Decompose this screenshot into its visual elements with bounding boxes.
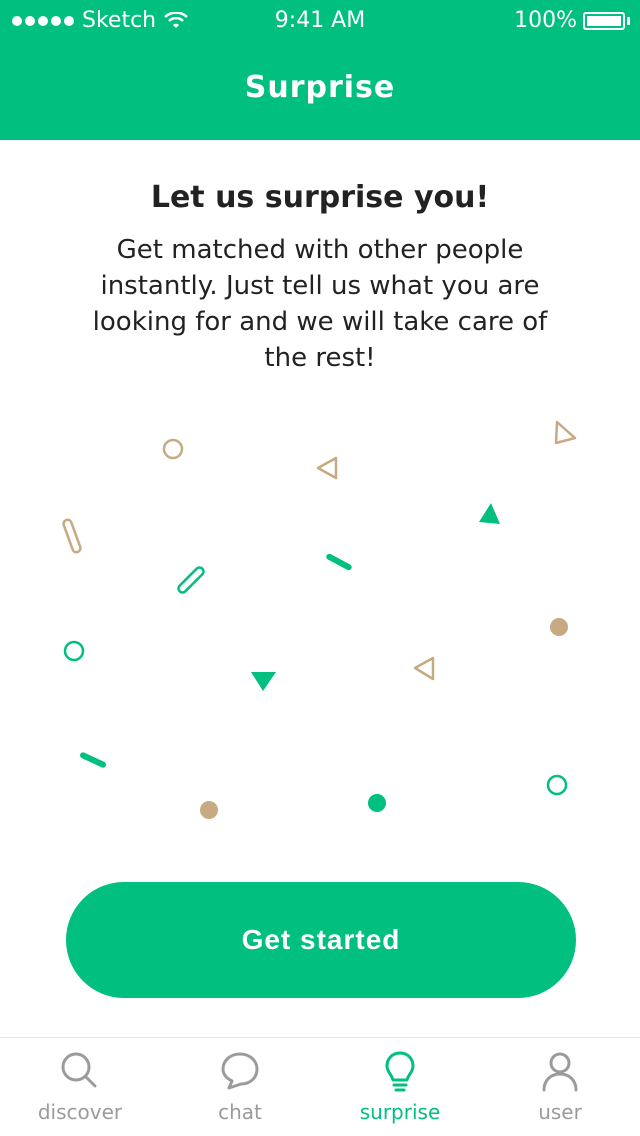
confetti-illustration (62, 420, 577, 819)
chat-bubble-icon (221, 1052, 259, 1090)
confetti-dot (368, 794, 386, 812)
search-icon (61, 1052, 97, 1088)
confetti-capsule (177, 566, 205, 594)
tab-label: user (538, 1100, 582, 1124)
confetti-circle (546, 774, 568, 796)
confetti-dash (80, 752, 106, 768)
header: Sketch 9:41 AM 100% Surprise (0, 0, 640, 140)
tab-chat[interactable]: chat (160, 1038, 320, 1136)
confetti-dash (326, 553, 352, 571)
confetti-dot (200, 801, 218, 819)
battery-icon (583, 11, 625, 30)
tab-bar: discover chat surprise user (0, 1037, 640, 1136)
tab-surprise[interactable]: surprise (320, 1038, 480, 1136)
confetti-circle (162, 438, 184, 460)
confetti-capsule (62, 518, 82, 554)
user-icon (542, 1052, 578, 1092)
confetti-triangle (413, 656, 435, 681)
confetti-triangle (316, 456, 338, 480)
status-bar: Sketch 9:41 AM 100% (0, 0, 640, 40)
status-right: 100% (514, 8, 630, 33)
confetti-triangle (479, 503, 500, 524)
content-description: Get matched with other people instantly.… (92, 235, 548, 373)
page-title: Surprise (244, 70, 396, 105)
battery-percent: 100% (514, 8, 577, 33)
tab-user[interactable]: user (480, 1038, 640, 1136)
get-started-button[interactable]: Get started (66, 882, 576, 998)
content-heading: Let us surprise you! (150, 180, 490, 215)
confetti-triangle (554, 420, 577, 445)
confetti-triangle (251, 672, 276, 691)
tab-discover[interactable]: discover (0, 1038, 160, 1136)
confetti-circle (63, 640, 85, 662)
tab-label: chat (218, 1100, 262, 1124)
confetti-dot (550, 618, 568, 636)
lightbulb-icon (385, 1051, 415, 1092)
tab-label: discover (37, 1100, 123, 1124)
surprise-screen: Sketch 9:41 AM 100% Surprise Let us surp… (0, 0, 640, 1136)
tab-label: surprise (359, 1100, 441, 1124)
battery-tip (627, 16, 630, 25)
